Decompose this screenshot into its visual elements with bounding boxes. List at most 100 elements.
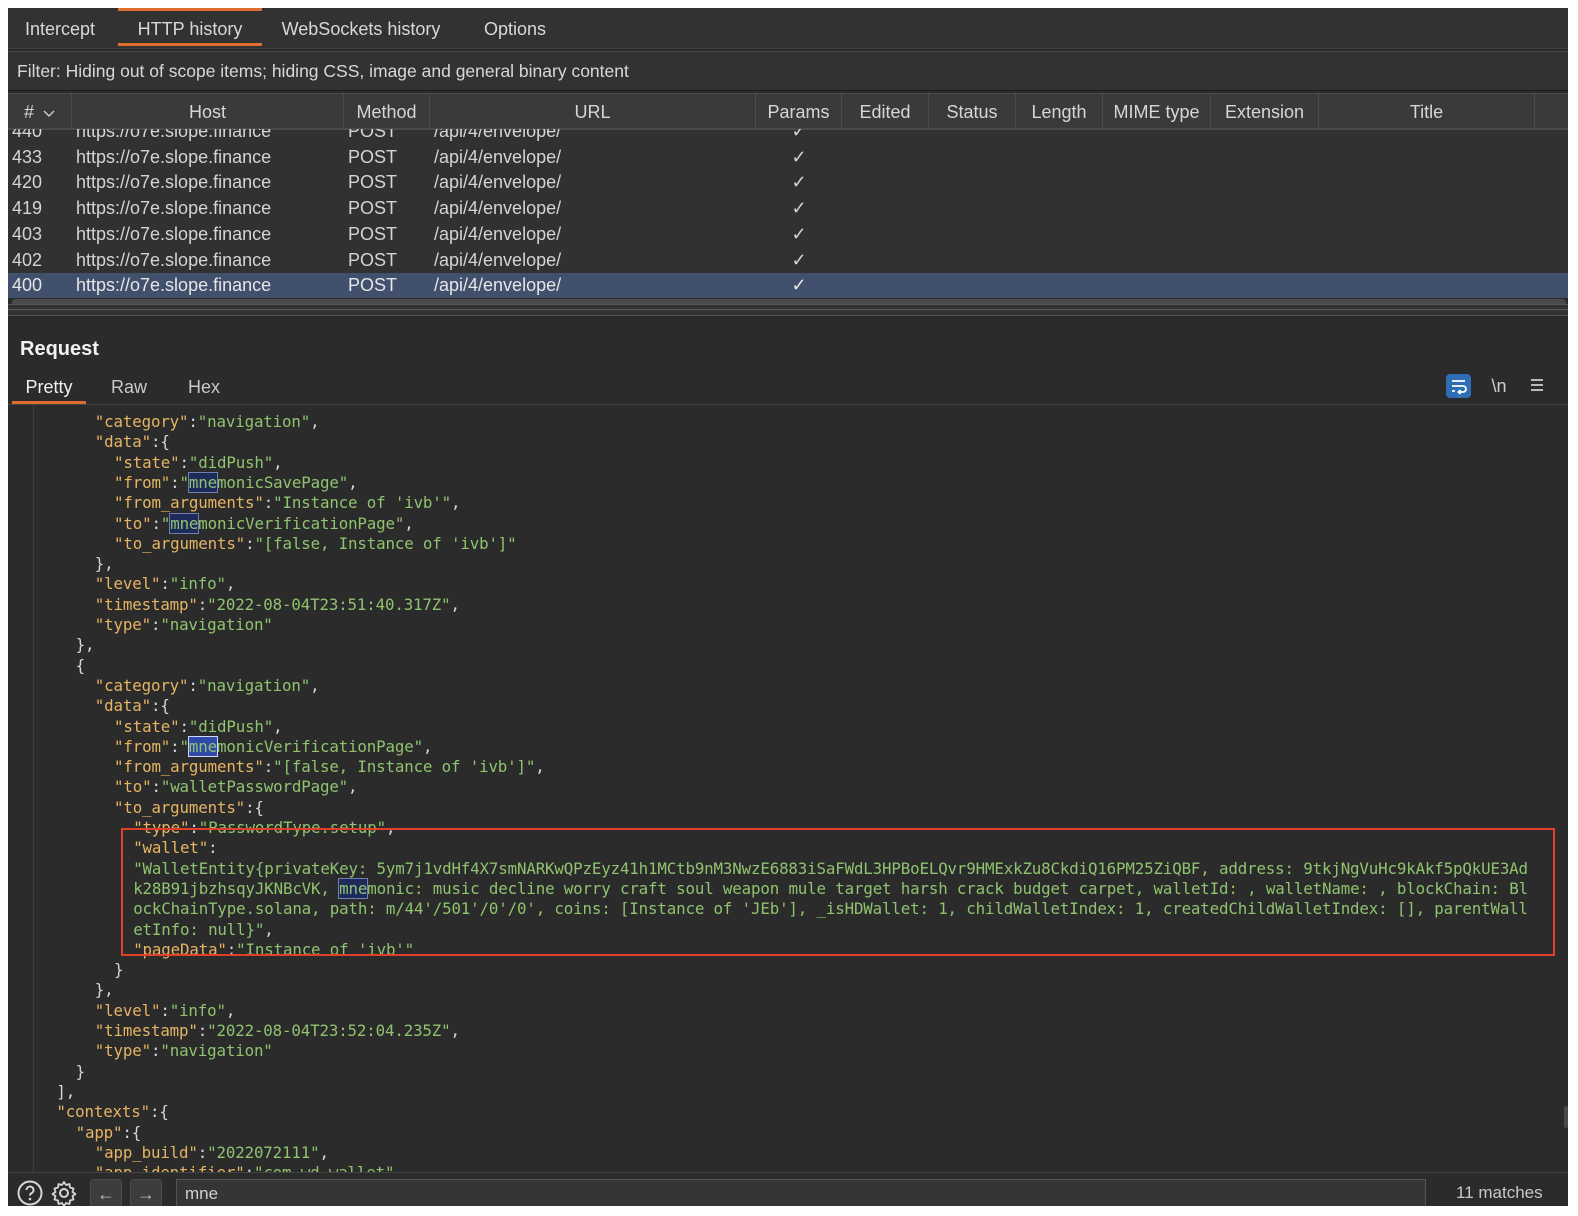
gear-icon[interactable] xyxy=(50,1179,78,1206)
json-punctuation: : xyxy=(151,777,161,797)
cell-params: ✓ xyxy=(791,223,807,244)
json-key: "app_build" xyxy=(94,1142,198,1162)
previous-match-button[interactable]: ← xyxy=(90,1179,122,1206)
filter-text[interactable]: Filter: Hiding out of scope items; hidin… xyxy=(17,52,629,90)
search-input[interactable] xyxy=(176,1179,1426,1206)
table-row[interactable]: 419 https://o7e.slope.finance POST/api/4/e… xyxy=(8,196,1568,222)
cell-method: POST xyxy=(348,146,398,167)
column-header-title[interactable]: Title xyxy=(1319,94,1535,128)
cell-number: 433 xyxy=(12,146,43,167)
column-header-length[interactable]: Length xyxy=(1016,94,1103,128)
column-header-edited[interactable]: Edited xyxy=(842,94,929,128)
json-punctuation: : xyxy=(188,412,198,431)
json-key: "contexts" xyxy=(56,1102,150,1122)
json-punctuation: , xyxy=(319,1142,329,1162)
code-line: "type":"navigation" xyxy=(95,1041,273,1061)
json-key: "level" xyxy=(94,1000,161,1020)
request-body-editor[interactable]: "category":"navigation", "data":{"state":… xyxy=(8,406,1558,1172)
table-row[interactable]: 403 https://o7e.slope.finance POST/api/4/e… xyxy=(8,222,1568,248)
tab-hex[interactable]: Hex xyxy=(180,372,228,402)
code-line: }, xyxy=(76,635,95,655)
table-row[interactable]: 440 https://o7e.slope.finance POST/api/4/e… xyxy=(8,129,1568,145)
tab-pretty[interactable]: Pretty xyxy=(12,372,86,404)
json-string: "com.wd.wallet" xyxy=(254,1163,395,1172)
options-menu-button[interactable] xyxy=(1524,374,1550,398)
column-header-params[interactable]: Params xyxy=(756,94,842,128)
burp-proxy-window: Intercept HTTP history WebSockets histor… xyxy=(8,8,1568,1206)
column-header-status[interactable]: Status xyxy=(929,94,1016,128)
json-punctuation: , xyxy=(348,777,358,797)
json-punctuation: ], xyxy=(56,1081,76,1101)
show-newlines-button[interactable]: \n xyxy=(1484,374,1514,398)
json-punctuation: , xyxy=(535,757,545,777)
json-key: "data" xyxy=(94,696,151,716)
tab-raw[interactable]: Raw xyxy=(104,372,154,402)
json-punctuation: : xyxy=(197,1142,208,1162)
code-line: "to":"mnemonicVerificationPage", xyxy=(114,512,414,534)
cell-method: POST xyxy=(348,198,398,219)
word-wrap-icon xyxy=(1446,380,1471,402)
column-label: # xyxy=(23,102,34,122)
code-line: "level":"info", xyxy=(94,574,236,594)
json-key: "app_identifier" xyxy=(95,1163,245,1172)
json-punctuation: , xyxy=(394,1163,404,1172)
column-header-mime-type[interactable]: MIME type xyxy=(1103,94,1211,128)
table-row[interactable]: 400 https://o7e.slope.finance POST/api/4/e… xyxy=(8,273,1568,298)
json-key: "app" xyxy=(75,1122,123,1142)
table-row[interactable]: 402 https://o7e.slope.finance POST/api/4/e… xyxy=(8,248,1568,274)
code-line: "type":"navigation" xyxy=(95,615,273,635)
json-punctuation: }, xyxy=(75,635,95,655)
json-key: "category" xyxy=(94,412,189,431)
json-key: "to_arguments" xyxy=(114,797,246,817)
json-key: "to_arguments" xyxy=(114,533,246,553)
chevron-down-icon xyxy=(43,94,55,130)
json-punctuation: : xyxy=(179,452,190,472)
cell-params: ✓ xyxy=(791,198,807,219)
column-header-number[interactable]: # xyxy=(8,94,72,128)
json-punctuation: : xyxy=(150,615,161,634)
code-line: }, xyxy=(95,554,114,574)
column-header-extension[interactable]: Extension xyxy=(1211,94,1319,128)
code-line: { xyxy=(76,656,86,676)
tab-intercept[interactable]: Intercept xyxy=(14,8,106,48)
proxy-tabs: Intercept HTTP history WebSockets histor… xyxy=(8,8,1568,49)
json-punctuation: : xyxy=(197,1021,208,1040)
json-punctuation: , xyxy=(273,452,283,472)
code-line: "from_arguments":"[false, Instance of 'i… xyxy=(114,757,545,777)
json-string: "info" xyxy=(169,574,226,594)
json-punctuation: : xyxy=(160,1000,170,1020)
json-key: "from" xyxy=(114,472,171,492)
panel-splitter[interactable] xyxy=(8,304,1568,316)
tab-http-history[interactable]: HTTP history xyxy=(118,8,262,48)
column-header-host[interactable]: Host xyxy=(72,94,344,128)
column-header-url[interactable]: URL xyxy=(430,94,756,128)
help-circle-icon[interactable] xyxy=(16,1179,44,1206)
cell-number: 420 xyxy=(12,172,43,193)
json-string: "[false, Instance of 'ivb']" xyxy=(254,533,517,553)
tab-options[interactable]: Options xyxy=(474,8,556,48)
json-punctuation: : xyxy=(160,574,170,594)
json-string: "navigation" xyxy=(160,615,273,634)
code-line: "timestamp":"2022-08-04T23:51:40.317Z", xyxy=(95,595,460,615)
tab-websockets-history[interactable]: WebSockets history xyxy=(276,8,446,48)
cell-host: https://o7e.slope.finance xyxy=(76,275,272,296)
filter-bar[interactable]: Filter: Hiding out of scope items; hidin… xyxy=(8,51,1568,91)
vertical-scrollbar[interactable] xyxy=(1564,1106,1568,1128)
json-key: "level" xyxy=(94,574,161,594)
code-line: } xyxy=(114,960,124,980)
code-line: "data":{ xyxy=(95,696,170,716)
column-header-extra[interactable] xyxy=(1535,94,1568,128)
word-wrap-button[interactable] xyxy=(1446,374,1471,398)
json-key: "type" xyxy=(94,615,151,634)
table-body: 440 https://o7e.slope.finance POST/api/4/e… xyxy=(8,129,1568,298)
cell-method: POST xyxy=(348,223,398,244)
table-row[interactable]: 420 https://o7e.slope.finance POST/api/4/e… xyxy=(8,170,1568,196)
json-punctuation: : xyxy=(263,493,274,513)
cell-host: https://o7e.slope.finance xyxy=(76,249,272,270)
next-match-button[interactable]: → xyxy=(130,1179,162,1206)
column-header-method[interactable]: Method xyxy=(344,94,430,128)
json-string: "navigation" xyxy=(197,412,311,431)
code-line: "category":"navigation", xyxy=(95,676,320,696)
cell-url: /api/4/envelope/ xyxy=(434,275,562,296)
table-row[interactable]: 433 https://o7e.slope.finance POST/api/4/e… xyxy=(8,145,1568,171)
